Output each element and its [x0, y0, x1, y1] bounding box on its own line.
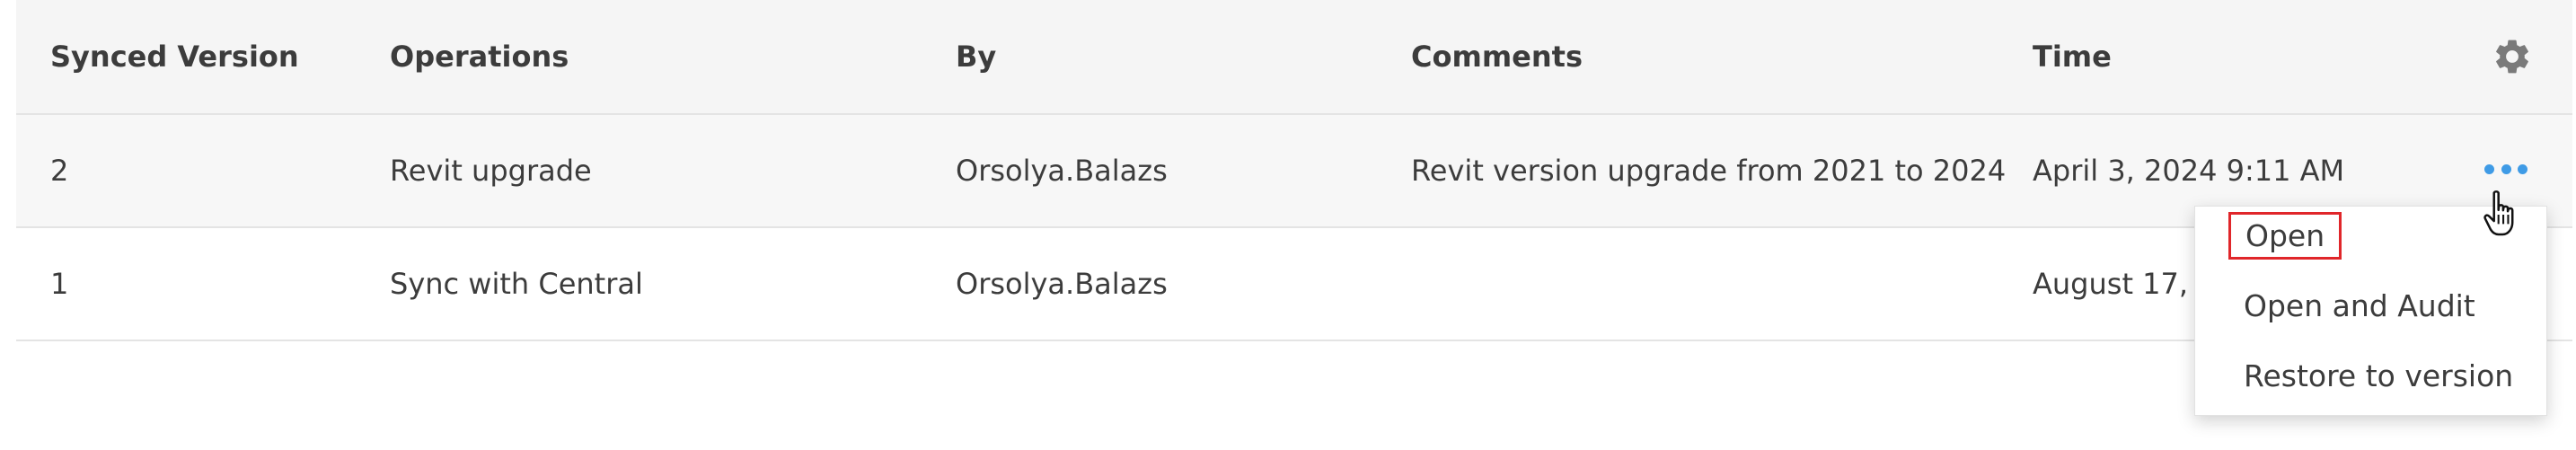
menu-item-label: Open and Audit [2244, 287, 2475, 323]
menu-item-label: Open [2228, 211, 2342, 260]
header-operations[interactable]: Operations [390, 0, 569, 113]
header-by[interactable]: By [956, 0, 996, 113]
menu-item-label: Restore to version [2244, 357, 2514, 393]
hand-pointer-icon [2483, 190, 2514, 236]
more-dot [2518, 163, 2527, 174]
gear-icon[interactable] [2492, 36, 2533, 77]
more-dot [2484, 163, 2494, 174]
cell-comment: Revit version upgrade from 2021 to 2024 [1411, 154, 2007, 188]
cell-operation: Revit upgrade [390, 154, 592, 188]
header-comments[interactable]: Comments [1411, 0, 1583, 113]
cell-version: 1 [50, 267, 69, 301]
header-time[interactable]: Time [2033, 0, 2112, 113]
header-synced-version[interactable]: Synced Version [50, 0, 299, 113]
table-row[interactable]: 1 Sync with Central Orsolya.Balazs Augus… [16, 228, 2572, 341]
cell-time: August 17, 2 [2033, 267, 2216, 301]
table-row[interactable]: 2 Revit upgrade Orsolya.Balazs Revit ver… [16, 115, 2572, 228]
cell-version: 2 [50, 154, 69, 188]
cell-by: Orsolya.Balazs [956, 154, 1168, 188]
more-options-icon[interactable] [2484, 151, 2527, 187]
more-dot [2501, 163, 2511, 174]
cell-by: Orsolya.Balazs [956, 267, 1168, 301]
table-header: Synced Version Operations By Comments Ti… [16, 0, 2572, 115]
cell-operation: Sync with Central [390, 267, 643, 301]
menu-item-open-and-audit[interactable]: Open and Audit [2195, 277, 2546, 334]
menu-item-restore-to-version[interactable]: Restore to version [2195, 347, 2546, 404]
